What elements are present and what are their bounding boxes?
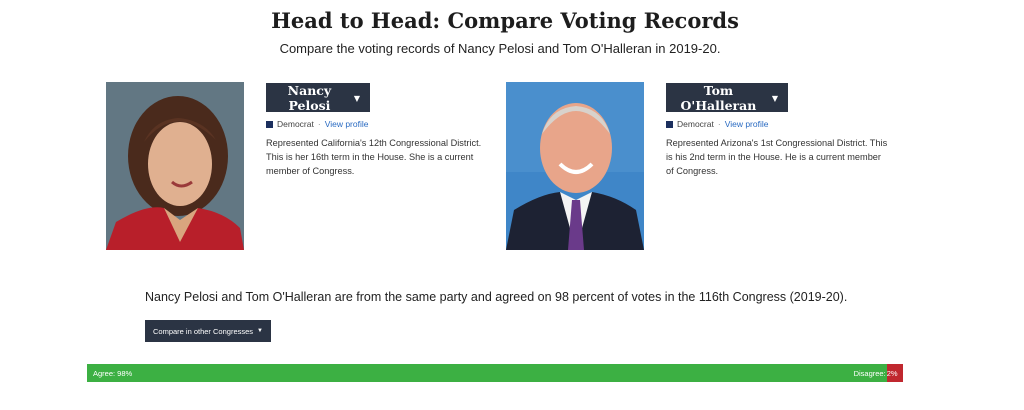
party-label: Democrat <box>277 119 314 129</box>
compare-other-congresses-button[interactable]: Compare in other Congresses ▼ <box>145 320 271 342</box>
party-color-swatch <box>666 120 673 128</box>
party-color-swatch <box>266 120 273 128</box>
agreement-summary: Nancy Pelosi and Tom O'Halleran are from… <box>145 290 848 304</box>
member-name: Nancy Pelosi <box>287 82 332 113</box>
caret-down-icon: ▼ <box>353 92 360 103</box>
separator: · <box>717 119 721 129</box>
agree-label: Agree: 98% <box>93 368 133 378</box>
caret-down-icon: ▼ <box>257 328 263 334</box>
member-select-button-pelosi[interactable]: Nancy Pelosi ▼ <box>266 82 370 113</box>
party-line: Democrat · View profile <box>666 119 768 129</box>
page-subtitle: Compare the voting records of Nancy Pelo… <box>279 41 721 56</box>
party-line: Democrat · View profile <box>266 119 368 129</box>
member-select-button-ohalleran[interactable]: Tom O'Halleran ▼ <box>666 82 788 113</box>
disagree-segment: 2% <box>886 364 903 382</box>
disagree-percent: 2% <box>886 368 898 378</box>
member-name: Tom O'Halleran <box>680 82 757 113</box>
party-label: Democrat <box>677 119 714 129</box>
agreement-bar: Agree: 98% Disagree: 2% <box>87 364 903 382</box>
member-description: Represented Arizona's 1st Congressional … <box>666 138 888 176</box>
member-description: Represented California's 12th Congressio… <box>266 138 482 176</box>
disagree-label: Disagree: <box>853 368 886 378</box>
congress-button-label: Compare in other Congresses <box>152 326 254 336</box>
view-profile-link-pelosi[interactable]: View profile <box>325 119 369 129</box>
separator: · <box>317 119 321 129</box>
agree-segment: Agree: 98% Disagree: <box>87 364 887 382</box>
page-title: Head to Head: Compare Voting Records <box>271 8 739 33</box>
member-photo-pelosi <box>106 82 244 250</box>
member-photo-ohalleran <box>506 82 644 250</box>
view-profile-link-ohalleran[interactable]: View profile <box>725 119 769 129</box>
caret-down-icon: ▼ <box>771 92 778 103</box>
